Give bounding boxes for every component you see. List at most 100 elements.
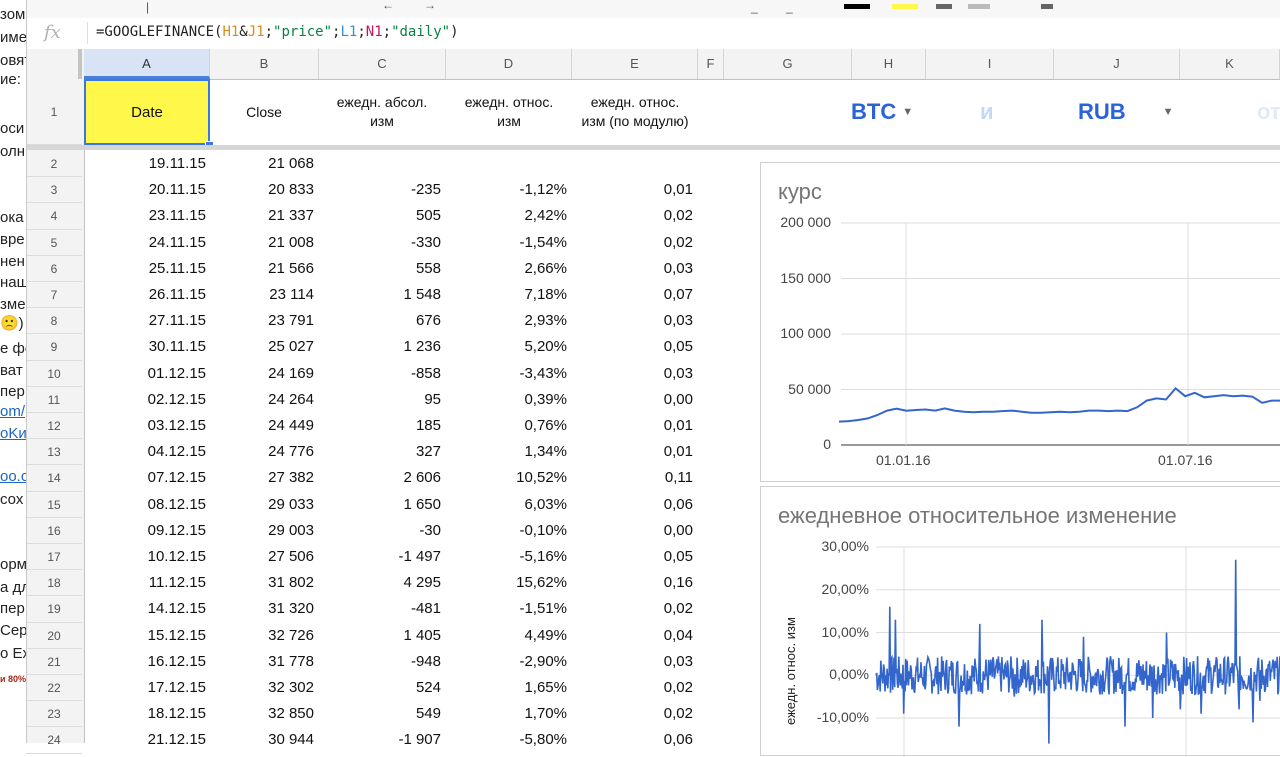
align-icon[interactable] [1041,4,1053,9]
cell-date[interactable]: 04.12.15 [148,443,206,460]
row-header-14[interactable]: 14 [26,465,82,492]
cell-abs[interactable]: 1 650 [403,496,441,513]
left-panel-text[interactable]: oKи [0,425,26,442]
currency-to-dropdown[interactable]: RUB ▼ [1078,79,1174,145]
cell-close[interactable]: 21 068 [268,155,314,172]
cell-close[interactable]: 25 027 [268,338,314,355]
cell-rel[interactable]: 10,52% [516,469,567,486]
fill-color-swatch[interactable] [892,4,918,9]
cell-abs[interactable]: 327 [416,443,441,460]
cell-abs[interactable]: -1 497 [398,548,441,565]
cell-abs[interactable]: 505 [416,207,441,224]
cell-date[interactable]: 16.12.15 [148,653,206,670]
cell-date[interactable]: 14.12.15 [148,600,206,617]
undo-arrow-icon[interactable]: ← [382,0,394,12]
cell-abs[interactable]: 549 [416,705,441,722]
column-header-d[interactable]: D [446,49,572,79]
cell-abs[interactable]: 185 [416,417,441,434]
row-header-1[interactable]: 1 [26,79,82,145]
column-header-c[interactable]: C [319,49,446,79]
column-header-g[interactable]: G [724,49,852,79]
cell-abs[interactable]: -1 907 [398,731,441,748]
cell-mod[interactable]: 0,04 [664,627,693,644]
abs-change-header-cell[interactable]: ежедн. абсол. изм [319,79,445,145]
cell-mod[interactable]: 0,02 [664,600,693,617]
cell-date[interactable]: 24.11.15 [149,234,206,251]
cell-date[interactable]: 08.12.15 [148,496,206,513]
column-header-h[interactable]: H [852,49,926,79]
cell-date[interactable]: 27.11.15 [149,312,206,329]
row-header-3[interactable]: 3 [26,177,82,204]
row-header-24[interactable]: 24 [26,727,82,754]
row-header-23[interactable]: 23 [26,701,82,728]
cell-abs[interactable]: 524 [416,679,441,696]
cell-close[interactable]: 29 003 [268,522,314,539]
cell-date[interactable]: 25.11.15 [149,260,206,277]
cell-close[interactable]: 31 320 [268,600,314,617]
cell-abs[interactable]: -948 [411,653,441,670]
cell-abs[interactable]: 1 405 [403,627,441,644]
cell-date[interactable]: 17.12.15 [148,679,206,696]
cell-mod[interactable]: 0,03 [664,653,693,670]
formula-input[interactable]: =GOOGLEFINANCE(H1&J1;"price";L1;N1;"dail… [96,24,459,40]
cell-mod[interactable]: 0,01 [664,181,693,198]
cell-mod[interactable]: 0,02 [664,207,693,224]
cell-date[interactable]: 15.12.15 [148,627,206,644]
cell-close[interactable]: 21 008 [268,234,314,251]
cell-rel[interactable]: -2,90% [519,653,567,670]
cell-rel[interactable]: -1,51% [519,600,567,617]
cell-mod[interactable]: 0,01 [664,443,693,460]
cell-abs[interactable]: -330 [411,234,441,251]
cell-mod[interactable]: 0,07 [664,286,693,303]
left-panel-text[interactable]: om/ [0,403,25,420]
rel-change-header-cell[interactable]: ежедн. относ. изм [446,79,572,145]
cell-mod[interactable]: 0,03 [664,260,693,277]
cell-mod[interactable]: 0,05 [664,548,693,565]
cell-abs[interactable]: 95 [424,391,441,408]
cell-close[interactable]: 24 776 [268,443,314,460]
cell-close[interactable]: 23 114 [269,286,314,303]
cell-mod[interactable]: 0,01 [664,417,693,434]
cell-date[interactable]: 09.12.15 [148,522,206,539]
cell-mod[interactable]: 0,02 [664,705,693,722]
cell-close[interactable]: 24 264 [268,391,314,408]
cell-date[interactable]: 26.11.15 [149,286,206,303]
toolbar-format-icon[interactable]: _ [786,0,793,14]
row-header-11[interactable]: 11 [26,387,82,413]
cell-abs[interactable]: -235 [411,181,441,198]
daily-change-chart[interactable]: ежедневное относительное изменение ежедн… [760,486,1280,757]
row-header-19[interactable]: 19 [26,596,82,623]
row-header-22[interactable]: 22 [26,675,82,702]
cell-close[interactable]: 30 944 [268,731,314,748]
row-header-12[interactable]: 12 [26,413,82,440]
cell-rel[interactable]: -0,10% [519,522,567,539]
cell-close[interactable]: 32 850 [268,705,314,722]
row-header-2[interactable]: 2 [26,151,82,178]
cell-rel[interactable]: 4,49% [524,627,567,644]
column-header-b[interactable]: B [210,49,319,79]
column-header-e[interactable]: E [572,49,698,79]
date-header-cell[interactable]: Date [84,79,210,145]
cell-rel[interactable]: -5,16% [519,548,567,565]
cell-rel[interactable]: 0,76% [524,417,567,434]
cell-date[interactable]: 07.12.15 [148,469,206,486]
cell-date[interactable]: 02.12.15 [148,391,206,408]
cell-close[interactable]: 20 833 [268,181,314,198]
cell-mod[interactable]: 0,16 [664,574,693,591]
cell-close[interactable]: 32 726 [268,627,314,644]
cell-mod[interactable]: 0,02 [664,234,693,251]
cell-abs[interactable]: 2 606 [403,469,441,486]
dropdown-arrow-icon[interactable]: ▼ [1163,106,1174,118]
cell-rel[interactable]: 2,93% [524,312,567,329]
cell-close[interactable]: 31 778 [268,653,314,670]
toolbar-format-icon[interactable]: _ [751,0,758,14]
cell-rel[interactable]: -5,80% [519,731,567,748]
row-header-17[interactable]: 17 [26,544,82,571]
rel-abs-change-header-cell[interactable]: ежедн. относ. изм (по модулю) [572,79,698,145]
cell-date[interactable]: 19.11.15 [149,155,206,172]
column-header-f[interactable]: F [698,49,724,79]
cell-abs[interactable]: 1 548 [403,286,441,303]
cell-rel[interactable]: -1,12% [519,181,567,198]
cell-rel[interactable]: -3,43% [519,365,567,382]
cell-close[interactable]: 27 382 [268,469,314,486]
